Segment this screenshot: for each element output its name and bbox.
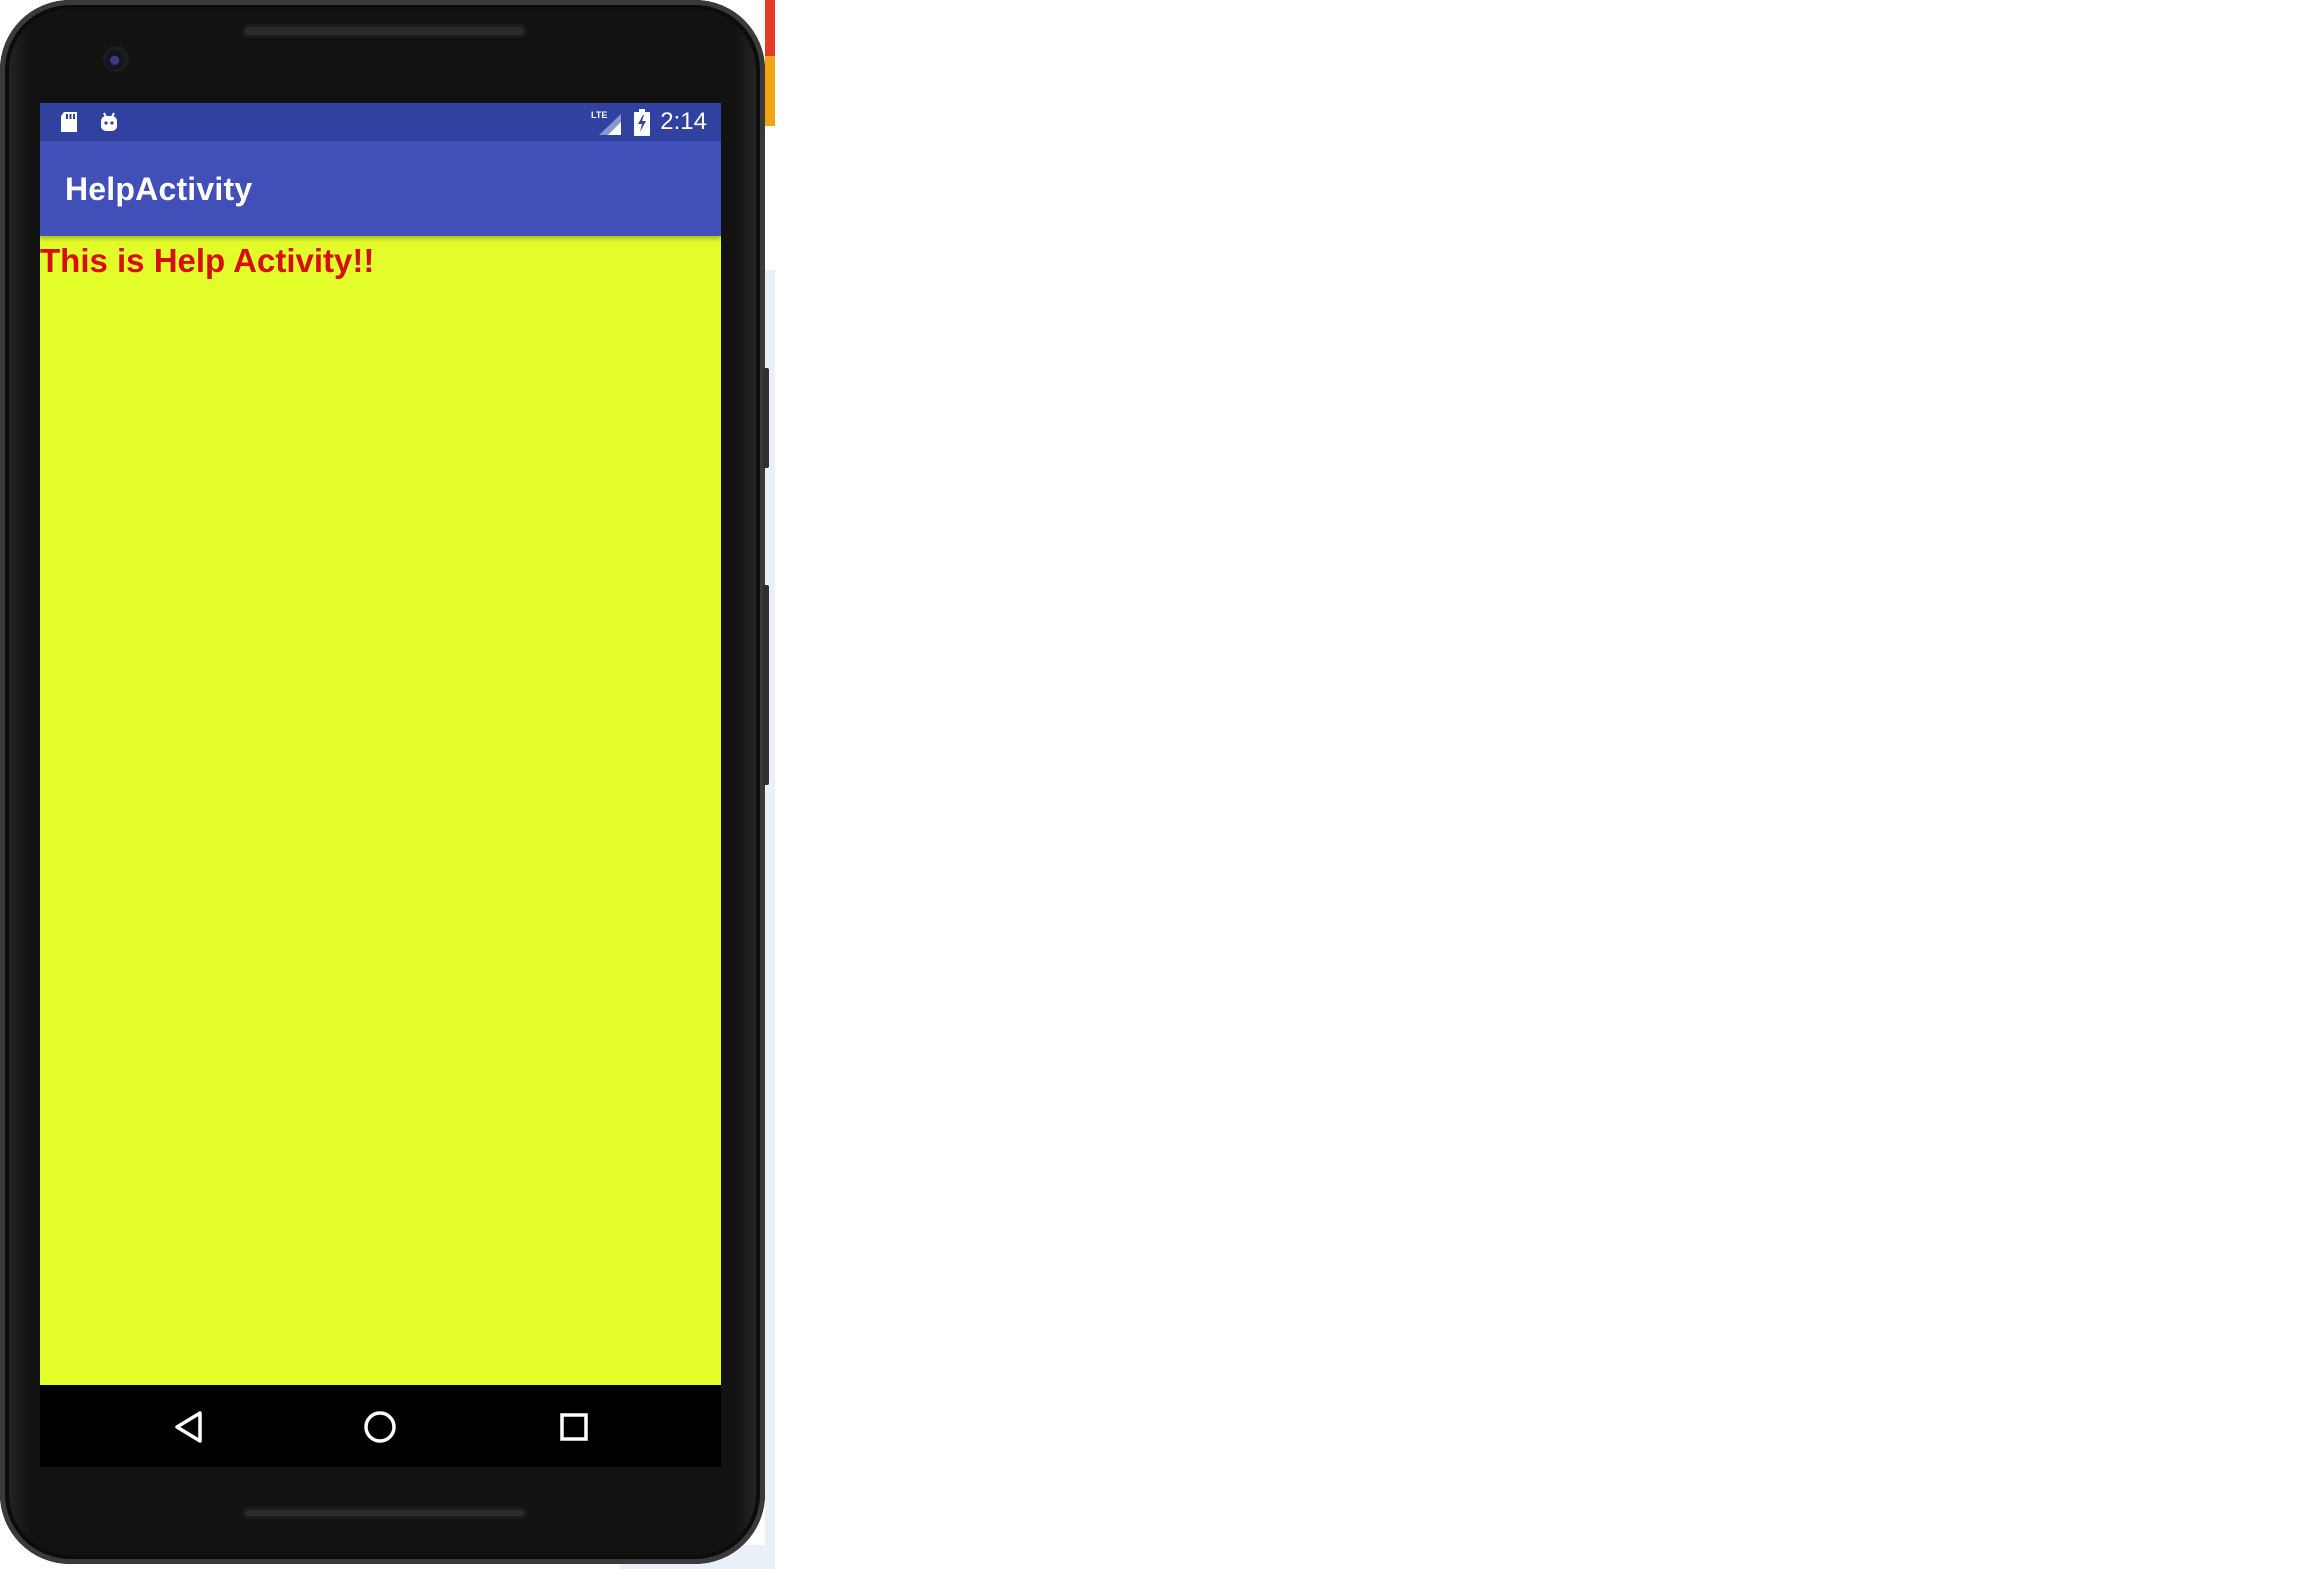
status-time: 2:14 xyxy=(660,108,707,135)
status-bar: LTE 2:14 xyxy=(40,103,721,141)
navigation-bar xyxy=(40,1385,721,1467)
power-button xyxy=(763,368,769,468)
battery-charging-icon xyxy=(634,109,650,136)
device-screen: LTE 2:14 HelpActivity This is Help Activ… xyxy=(40,103,721,1467)
help-message: This is Help Activity!! xyxy=(40,242,375,279)
volume-button xyxy=(763,585,769,785)
signal-icon: LTE xyxy=(591,109,623,137)
recents-icon[interactable] xyxy=(552,1405,596,1449)
sd-card-icon xyxy=(58,110,80,134)
back-icon[interactable] xyxy=(167,1405,211,1449)
earpiece-speaker xyxy=(242,24,527,38)
android-icon xyxy=(98,110,120,134)
emulator-phone-frame: LTE 2:14 HelpActivity This is Help Activ… xyxy=(0,0,765,1564)
svg-text:LTE: LTE xyxy=(591,110,607,120)
app-toolbar: HelpActivity xyxy=(40,141,721,236)
desktop: LTE 2:14 HelpActivity This is Help Activ… xyxy=(0,0,2304,1569)
front-camera-icon xyxy=(103,46,129,72)
page-title: HelpActivity xyxy=(65,171,253,207)
activity-content: This is Help Activity!! xyxy=(40,236,721,1386)
home-icon[interactable] xyxy=(358,1405,402,1449)
background-window-edge xyxy=(765,56,775,126)
bottom-speaker xyxy=(242,1507,527,1519)
background-window-edge xyxy=(765,0,775,56)
